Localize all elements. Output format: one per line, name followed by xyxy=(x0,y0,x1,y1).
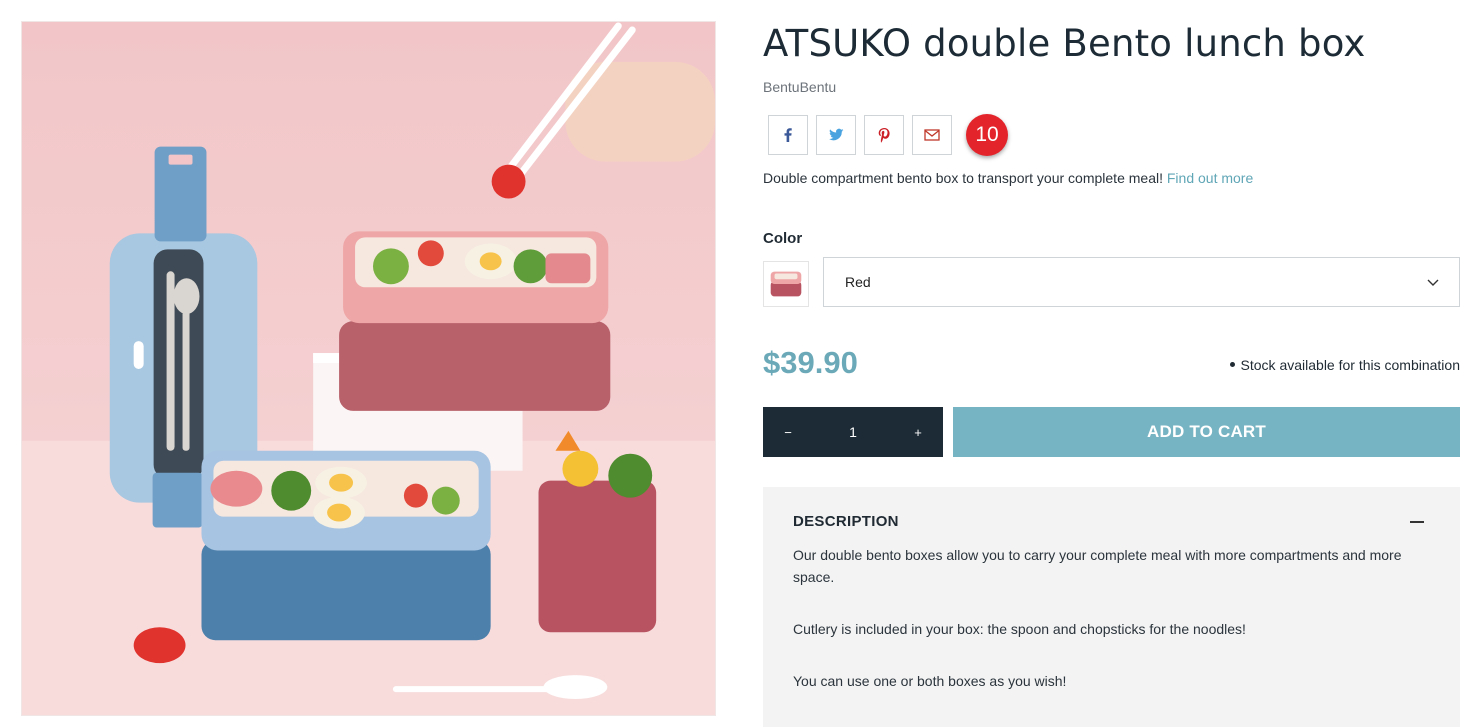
quantity-decrement-button[interactable]: − xyxy=(763,407,813,457)
mail-icon xyxy=(924,129,940,141)
color-label: Color xyxy=(763,230,803,247)
facebook-icon xyxy=(784,128,792,142)
share-count-badge: 10 xyxy=(966,114,1008,156)
find-out-more-link[interactable]: Find out more xyxy=(1167,170,1253,186)
pinterest-icon xyxy=(878,128,890,143)
description-header[interactable]: DESCRIPTION xyxy=(793,513,1430,530)
twitter-icon xyxy=(829,128,844,141)
quantity-stepper: − 1 + xyxy=(763,407,943,457)
stock-status: Stock available for this combination xyxy=(1229,357,1460,373)
pinterest-share-button[interactable] xyxy=(864,115,904,155)
short-description: Double compartment bento box to transpor… xyxy=(763,170,1253,186)
product-image[interactable] xyxy=(21,21,716,716)
color-select-value: Red xyxy=(845,274,871,290)
product-title: ATSUKO double Bento lunch box xyxy=(763,22,1366,65)
email-share-button[interactable] xyxy=(912,115,952,155)
collapse-minus-icon[interactable] xyxy=(1410,520,1424,523)
share-bar: 10 xyxy=(768,114,1008,156)
color-select[interactable]: Red xyxy=(823,257,1460,307)
stock-status-text: Stock available for this combination xyxy=(1240,357,1460,373)
short-description-text: Double compartment bento box to transpor… xyxy=(763,170,1163,186)
quantity-input[interactable]: 1 xyxy=(823,424,883,440)
description-paragraph: You can use one or both boxes as you wis… xyxy=(793,673,1067,689)
product-brand[interactable]: BentuBentu xyxy=(763,79,836,95)
add-to-cart-button[interactable]: ADD TO CART xyxy=(953,407,1460,457)
twitter-share-button[interactable] xyxy=(816,115,856,155)
description-title: DESCRIPTION xyxy=(793,513,899,530)
description-paragraph: Cutlery is included in your box: the spo… xyxy=(793,621,1246,637)
color-swatch-thumbnail xyxy=(763,261,809,307)
product-price: $39.90 xyxy=(763,345,858,380)
description-body: Our double bento boxes allow you to carr… xyxy=(793,544,1430,692)
facebook-share-button[interactable] xyxy=(768,115,808,155)
description-paragraph: Our double bento boxes allow you to carr… xyxy=(793,547,1402,585)
description-panel: DESCRIPTION Our double bento boxes allow… xyxy=(763,487,1460,727)
chevron-down-icon xyxy=(1427,279,1439,286)
quantity-increment-button[interactable]: + xyxy=(893,407,943,457)
stock-dot-icon xyxy=(1229,361,1235,367)
